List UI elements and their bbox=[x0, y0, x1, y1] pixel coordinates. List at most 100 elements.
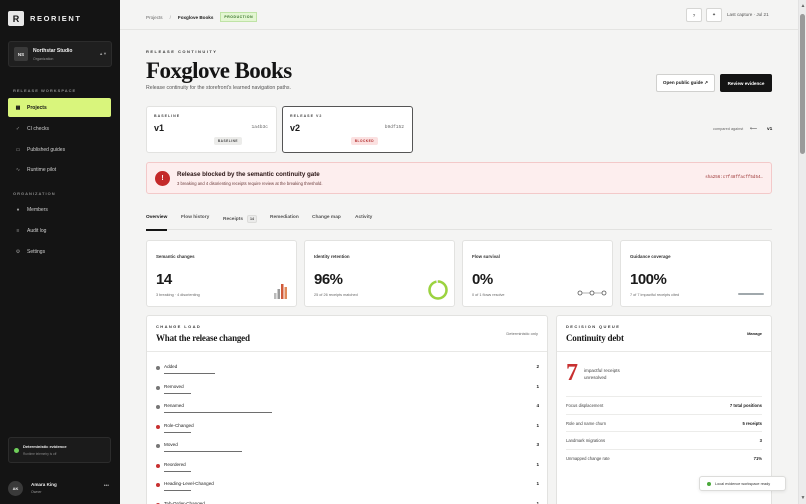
queue-label: Role and name churn bbox=[566, 420, 607, 426]
breadcrumb-current: Foxglove Books bbox=[177, 14, 214, 20]
tab-label: Activity bbox=[355, 215, 373, 220]
theme-button[interactable]: ✦ bbox=[706, 8, 722, 22]
help-button[interactable]: ? bbox=[686, 8, 702, 22]
breadcrumb-projects[interactable]: Projects bbox=[146, 15, 163, 20]
compared-version[interactable]: v1 bbox=[767, 127, 772, 132]
sidebar-item-projects[interactable]: ▦ Projects bbox=[8, 98, 111, 117]
change-dot-icon bbox=[156, 366, 160, 370]
alert-hash[interactable]: sha256:c7f48ffacff5d54… bbox=[705, 176, 763, 180]
change-count: 1 bbox=[536, 383, 539, 389]
change-row[interactable]: Removed 1 bbox=[156, 380, 539, 398]
last-capture: Last capture · Jul 21 bbox=[727, 12, 769, 17]
panel-meta: Deterministic only bbox=[506, 331, 538, 336]
change-dot-icon bbox=[156, 405, 160, 409]
release-label: RELEASE V2 bbox=[290, 114, 323, 118]
scroll-down-icon[interactable]: ▼ bbox=[799, 494, 806, 502]
change-label: Moved bbox=[164, 442, 178, 447]
open-public-guide-button[interactable]: Open public guide ↗ bbox=[656, 74, 715, 92]
queue-row[interactable]: Role and name churn 5 receipts bbox=[566, 413, 762, 431]
change-count: 4 bbox=[536, 403, 539, 408]
change-count: 3 bbox=[536, 442, 539, 447]
panel-eyebrow: CHANGE LOAD bbox=[156, 324, 202, 329]
change-count: 2 bbox=[536, 364, 539, 369]
change-row[interactable]: Role-Changed 1 bbox=[156, 419, 539, 437]
sidebar-item-runtime-pilot[interactable]: ∿ Runtime pilot bbox=[8, 160, 111, 179]
page-subtitle: Release continuity for the storefront's … bbox=[146, 85, 291, 91]
change-row[interactable]: Added 2 bbox=[156, 360, 539, 378]
metric-subtitle: 7 of 7 impactful receipts cited bbox=[630, 293, 680, 297]
tab-receipts[interactable]: Receipts 14 bbox=[223, 215, 257, 223]
panel-title: What the release changed bbox=[156, 333, 250, 343]
tab-label: Remediation bbox=[270, 215, 299, 220]
change-row[interactable]: Heading-Level-Changed 1 bbox=[156, 477, 539, 495]
user-menu[interactable]: AK Amara King Owner ••• bbox=[8, 477, 112, 499]
more-icon[interactable]: ••• bbox=[104, 483, 109, 489]
change-bar bbox=[164, 470, 191, 472]
breadcrumb: Projects / Foxglove Books PRODUCTION bbox=[146, 12, 258, 22]
section-label-release: RELEASE WORKSPACE bbox=[13, 88, 77, 93]
unresolved-count: 7 bbox=[566, 360, 578, 386]
review-evidence-button[interactable]: Review evidence bbox=[720, 74, 772, 92]
change-bar bbox=[164, 373, 215, 374]
sidebar-item-label: Projects bbox=[27, 104, 47, 111]
metric-subtitle: 0 of 1 flows resolve bbox=[472, 293, 505, 297]
panel-title: Continuity debt bbox=[566, 333, 624, 343]
queue-row[interactable]: Landmark migrations 3 bbox=[566, 431, 762, 448]
unresolved-label-line-2: unresolved bbox=[584, 374, 607, 380]
change-count: 1 bbox=[536, 422, 539, 428]
queue-label: Focus displacement bbox=[566, 403, 604, 408]
change-dot-icon bbox=[156, 444, 160, 448]
arrow-left-icon: ⟵ bbox=[750, 126, 758, 132]
queue-row[interactable]: Unmapped change rate 71% bbox=[566, 448, 762, 466]
change-label: Heading-Level-Changed bbox=[164, 481, 214, 486]
sidebar-item-audit-log[interactable]: ≡ Audit log bbox=[8, 221, 111, 240]
metric-subtitle: 25 of 26 receipts matched bbox=[314, 293, 358, 297]
change-bar bbox=[164, 451, 242, 452]
scrollbar[interactable]: ▲ ▼ bbox=[798, 0, 806, 504]
tab-flow-history[interactable]: Flow history bbox=[181, 215, 209, 220]
sun-icon: ✦ bbox=[712, 12, 716, 17]
change-bar bbox=[164, 490, 191, 491]
manage-link[interactable]: Manage bbox=[747, 331, 762, 336]
scrollbar-thumb[interactable] bbox=[800, 14, 805, 154]
tab-change-map[interactable]: Change map bbox=[312, 215, 341, 220]
change-row[interactable]: Tab-Order-Changed 1 bbox=[156, 497, 539, 504]
coverage-bar bbox=[738, 293, 764, 295]
change-row[interactable]: Renamed 4 bbox=[156, 399, 539, 417]
user-icon: ● bbox=[16, 206, 20, 213]
tab-remediation[interactable]: Remediation bbox=[270, 215, 299, 220]
org-avatar: NS bbox=[14, 47, 28, 61]
metric-title: Guidance coverage bbox=[630, 254, 671, 259]
org-switcher[interactable]: NS Northstar Studio Organization ▲▼ bbox=[8, 41, 112, 67]
tab-overview[interactable]: Overview bbox=[146, 215, 168, 231]
avatar: AK bbox=[8, 480, 23, 496]
scroll-up-icon[interactable]: ▲ bbox=[799, 2, 806, 10]
metric-title: Semantic changes bbox=[156, 254, 195, 259]
sidebar-item-members[interactable]: ● Members bbox=[8, 200, 111, 219]
queue-value: 71% bbox=[753, 455, 762, 461]
tab-label: Receipts bbox=[223, 216, 243, 222]
release-card[interactable]: RELEASE V2 v2 b9df152 BLOCKED bbox=[282, 106, 413, 153]
alert-icon: ! bbox=[155, 171, 170, 186]
page-eyebrow: RELEASE CONTINUITY bbox=[146, 49, 218, 54]
tab-activity[interactable]: Activity bbox=[355, 215, 372, 220]
toast-text: Local evidence workspace ready bbox=[715, 481, 771, 486]
baseline-card[interactable]: BASELINE v1 1a4b3c BASELINE bbox=[146, 106, 277, 153]
sidebar-item-label: CI checks bbox=[27, 125, 49, 132]
metric-subtitle: 3 breaking · 4 disorienting bbox=[156, 293, 200, 297]
brand-logo[interactable]: R REORIENT bbox=[8, 11, 82, 26]
sidebar-item-ci-checks[interactable]: ✓ CI checks bbox=[8, 119, 111, 138]
logo-wordmark: REORIENT bbox=[30, 14, 82, 23]
list-icon: ≡ bbox=[16, 227, 20, 234]
status-dot-icon bbox=[14, 448, 19, 453]
queue-row[interactable]: Focus displacement 7 total positions bbox=[566, 396, 762, 413]
change-row[interactable]: Moved 3 bbox=[156, 438, 539, 456]
sidebar-item-label: Members bbox=[27, 206, 48, 213]
gear-icon: ⚙ bbox=[15, 248, 21, 255]
sidebar-item-published-guides[interactable]: ▭ Published guides bbox=[8, 140, 111, 159]
alert-title: Release blocked by the semantic continui… bbox=[177, 171, 320, 178]
sidebar-item-settings[interactable]: ⚙ Settings bbox=[8, 242, 111, 261]
change-dot-icon bbox=[156, 424, 160, 429]
change-row[interactable]: Reordered 1 bbox=[156, 458, 539, 476]
metric-value: 100% bbox=[630, 271, 667, 288]
